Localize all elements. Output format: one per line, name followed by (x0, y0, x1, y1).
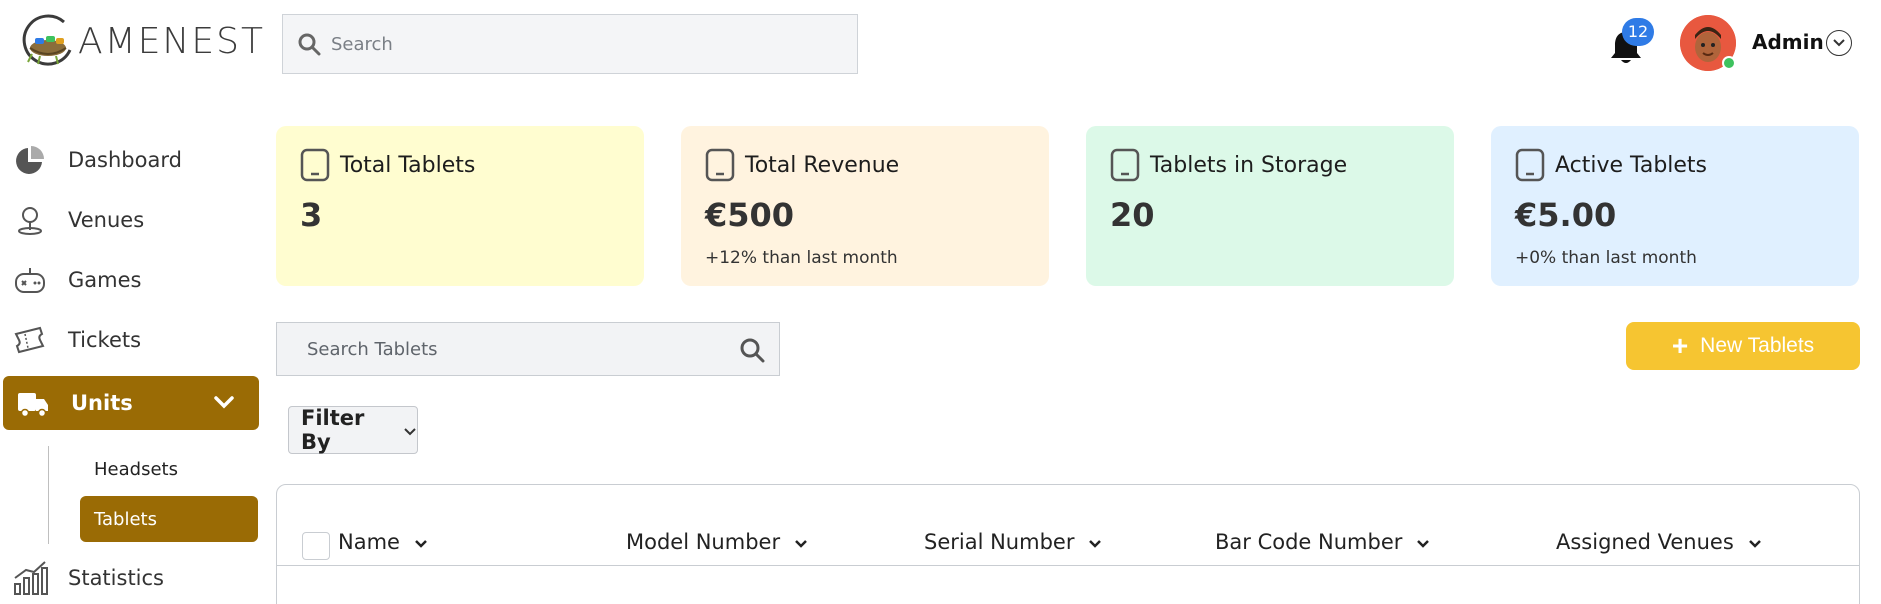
card-value: 20 (1110, 196, 1155, 234)
filter-by-dropdown[interactable]: Filter By (288, 406, 418, 454)
global-search[interactable] (282, 14, 858, 74)
online-status-dot (1722, 56, 1736, 70)
bar-chart-icon (12, 560, 48, 596)
search-icon[interactable] (739, 337, 765, 367)
logo-nest-icon (20, 10, 82, 72)
chevron-down-icon (414, 530, 428, 554)
card-title: Total Tablets (340, 152, 476, 178)
tablet-icon (1515, 148, 1545, 182)
gamepad-icon (12, 262, 48, 298)
card-title: Total Revenue (745, 152, 900, 178)
plus-icon: + (1671, 330, 1689, 361)
sidebar-item-units[interactable]: Units (3, 376, 259, 430)
column-header-name[interactable]: Name (338, 530, 428, 554)
chevron-down-icon (1088, 530, 1102, 554)
tablet-search[interactable] (276, 322, 780, 376)
card-trend: +0% than last month (1515, 248, 1697, 268)
card-value: €5.00 (1515, 196, 1617, 234)
stat-card-total-tablets: Total Tablets 3 (276, 126, 644, 286)
sidebar-item-venues[interactable]: Venues (0, 194, 258, 246)
user-menu-chevron-icon[interactable] (1826, 30, 1852, 56)
sidebar-item-label: Tickets (68, 328, 142, 352)
sidebar-item-tickets[interactable]: Tickets (0, 314, 258, 366)
column-header-assigned-venues[interactable]: Assigned Venues (1556, 530, 1762, 554)
column-header-label: Assigned Venues (1556, 530, 1734, 554)
sidebar-item-label: Games (68, 268, 142, 292)
pie-chart-icon (12, 142, 48, 178)
sidebar-item-dashboard[interactable]: Dashboard (0, 134, 258, 186)
card-title: Tablets in Storage (1150, 152, 1348, 178)
column-header-serial-number[interactable]: Serial Number (924, 530, 1102, 554)
logo-text: AMENEST (78, 20, 265, 62)
sidebar-item-games[interactable]: Games (0, 254, 258, 306)
stat-card-tablets-in-storage: Tablets in Storage 20 (1086, 126, 1454, 286)
column-header-label: Serial Number (924, 530, 1075, 554)
card-value: 3 (300, 196, 323, 234)
ticket-icon (12, 322, 48, 358)
chevron-down-icon (1416, 530, 1430, 554)
filter-by-label: Filter By (301, 406, 365, 454)
chevron-down-icon (1748, 530, 1762, 554)
sidebar-item-label: Statistics (68, 566, 164, 590)
column-header-model-number[interactable]: Model Number (626, 530, 808, 554)
search-input[interactable] (331, 33, 811, 55)
tablet-search-input[interactable] (307, 338, 707, 360)
stat-card-total-revenue: Total Revenue €500 +12% than last month (681, 126, 1049, 286)
logo[interactable]: AMENEST (20, 10, 265, 72)
new-tablets-label: New Tablets (1700, 334, 1815, 357)
column-header-label: Name (338, 530, 400, 554)
card-trend: +12% than last month (705, 248, 898, 268)
sidebar-item-label: Units (71, 391, 133, 415)
column-header-bar-code-number[interactable]: Bar Code Number (1215, 530, 1430, 554)
select-all-checkbox[interactable] (302, 532, 330, 560)
tablet-icon (1110, 148, 1140, 182)
chevron-down-icon (794, 530, 808, 554)
sidebar-item-label: Venues (68, 208, 145, 232)
sidebar-subitem-headsets[interactable]: Headsets (80, 446, 258, 492)
card-title: Active Tablets (1555, 152, 1708, 178)
stat-card-active-tablets: Active Tablets €5.00 +0% than last month (1491, 126, 1859, 286)
column-header-label: Model Number (626, 530, 781, 554)
submenu-divider (48, 446, 49, 544)
sidebar-item-label: Dashboard (68, 148, 182, 172)
table-header-divider (276, 565, 1860, 566)
sidebar-subitem-tablets[interactable]: Tablets (80, 496, 258, 542)
truck-icon (15, 385, 51, 421)
chevron-down-icon (403, 418, 417, 442)
map-pin-icon (12, 202, 48, 238)
sidebar-item-statistics[interactable]: Statistics (0, 552, 258, 604)
tablet-icon (300, 148, 330, 182)
notification-badge: 12 (1622, 18, 1654, 46)
tablet-icon (705, 148, 735, 182)
chevron-down-icon (213, 394, 235, 413)
user-name[interactable]: Admin (1752, 30, 1824, 54)
new-tablets-button[interactable]: + New Tablets (1626, 322, 1860, 370)
column-header-label: Bar Code Number (1215, 530, 1403, 554)
search-icon (298, 33, 321, 56)
card-value: €500 (705, 196, 795, 234)
